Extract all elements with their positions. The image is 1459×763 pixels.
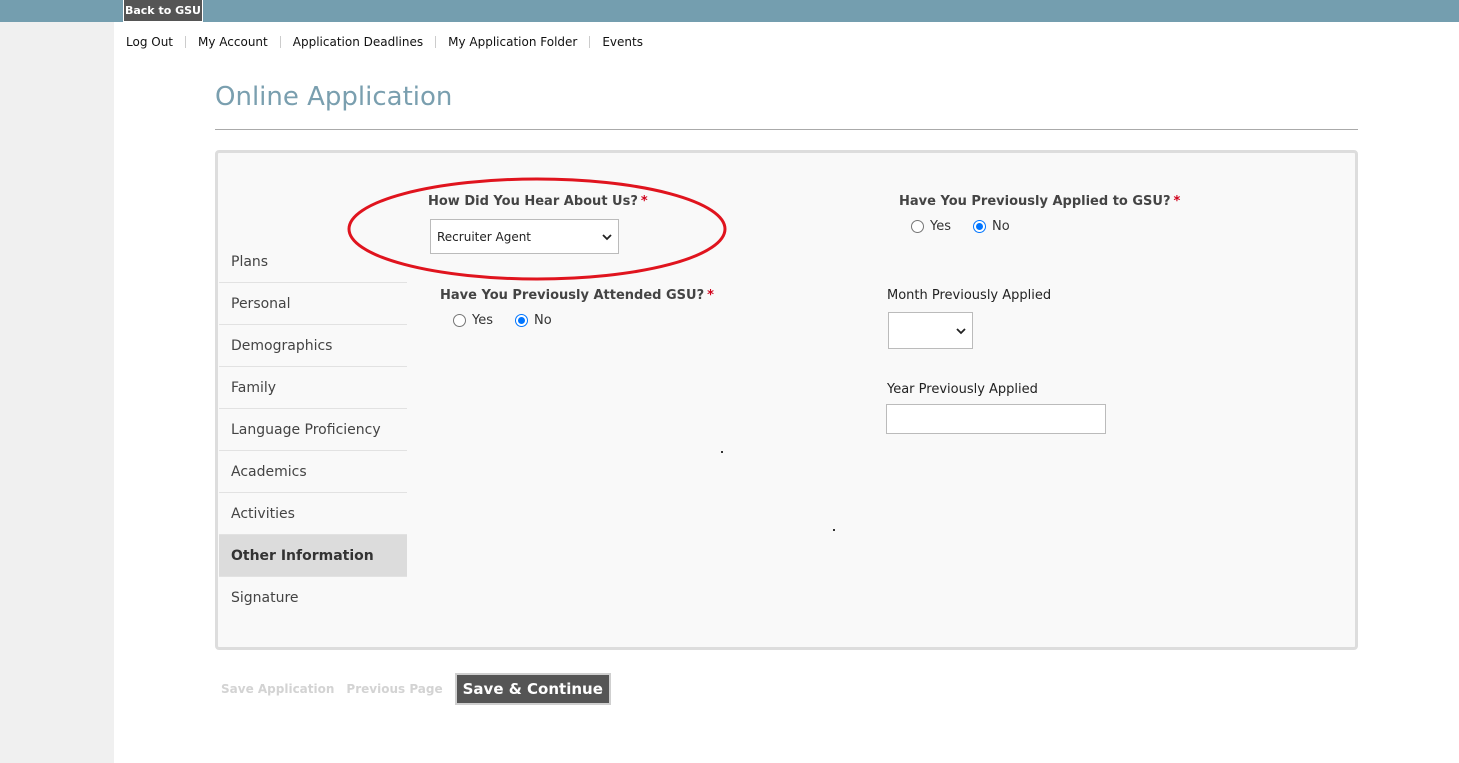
hear-about-select[interactable]: Recruiter Agent (430, 219, 619, 254)
attended-yes-label: Yes (472, 313, 493, 328)
nav-separator (279, 36, 281, 48)
month-applied-label: Month Previously Applied (887, 288, 1052, 303)
attended-yes-radio[interactable] (453, 314, 466, 327)
attended-no-radio[interactable] (515, 314, 528, 327)
title-divider (215, 129, 1358, 130)
applied-radio-group: Yes No (911, 219, 1032, 234)
nav-application-deadlines[interactable]: Application Deadlines (293, 35, 423, 49)
save-application-link[interactable]: Save Application (221, 682, 334, 696)
applied-label: Have You Previously Applied to GSU? * (899, 194, 1180, 209)
nav-separator (435, 36, 437, 48)
required-mark: * (640, 194, 648, 209)
applied-no-option[interactable]: No (973, 219, 1010, 234)
attended-radio-group: Yes No (453, 313, 574, 328)
sidebar-item-plans[interactable]: Plans (219, 241, 407, 283)
nav-log-out[interactable]: Log Out (126, 35, 173, 49)
sidebar-item-language-proficiency[interactable]: Language Proficiency (219, 409, 407, 451)
sidebar-item-signature[interactable]: Signature (219, 577, 407, 619)
previous-page-link[interactable]: Previous Page (346, 682, 442, 696)
applied-yes-radio[interactable] (911, 220, 924, 233)
sidebar-item-academics[interactable]: Academics (219, 451, 407, 493)
sidebar-item-personal[interactable]: Personal (219, 283, 407, 325)
section-nav: Plans Personal Demographics Family Langu… (219, 241, 407, 619)
attended-no-option[interactable]: No (515, 313, 552, 328)
applied-no-radio[interactable] (973, 220, 986, 233)
required-mark: * (707, 288, 714, 303)
sidebar-item-activities[interactable]: Activities (219, 493, 407, 535)
applied-yes-option[interactable]: Yes (911, 219, 951, 234)
hear-about-label: How Did You Hear About Us? * (428, 194, 648, 209)
page-title: Online Application (215, 82, 453, 112)
attended-yes-option[interactable]: Yes (453, 313, 493, 328)
nav-separator (589, 36, 591, 48)
stray-dot (721, 451, 723, 453)
month-applied-select[interactable] (888, 312, 973, 349)
year-applied-label: Year Previously Applied (887, 382, 1038, 397)
nav-my-account[interactable]: My Account (198, 35, 268, 49)
back-to-gsu-button[interactable]: Back to GSU (123, 0, 203, 22)
sidebar-item-family[interactable]: Family (219, 367, 407, 409)
applied-no-label: No (992, 219, 1010, 234)
year-applied-input[interactable] (886, 404, 1106, 434)
application-panel: Plans Personal Demographics Family Langu… (215, 150, 1358, 650)
chevron-down-icon (956, 324, 966, 338)
hear-about-value: Recruiter Agent (437, 229, 532, 244)
hear-about-label-text: How Did You Hear About Us? (428, 194, 638, 209)
chevron-down-icon (602, 230, 612, 244)
nav-my-application-folder[interactable]: My Application Folder (448, 35, 577, 49)
top-bar: Back to GSU (0, 0, 1459, 22)
sidebar-item-demographics[interactable]: Demographics (219, 325, 407, 367)
attended-label: Have You Previously Attended GSU? * (440, 288, 714, 303)
save-continue-button[interactable]: Save & Continue (454, 673, 611, 705)
left-gutter (0, 22, 114, 763)
attended-label-text: Have You Previously Attended GSU? (440, 288, 705, 303)
required-mark: * (1173, 194, 1181, 209)
nav-events[interactable]: Events (602, 35, 643, 49)
applied-label-text: Have You Previously Applied to GSU? (899, 194, 1171, 209)
form-actions: Save Application Previous Page Save & Co… (221, 673, 611, 705)
account-nav: Log Out My Account Application Deadlines… (126, 33, 643, 51)
sidebar-item-other-information[interactable]: Other Information (219, 535, 407, 577)
attended-no-label: No (534, 313, 552, 328)
stray-dot (833, 529, 835, 531)
nav-separator (185, 36, 187, 48)
applied-yes-label: Yes (930, 219, 951, 234)
